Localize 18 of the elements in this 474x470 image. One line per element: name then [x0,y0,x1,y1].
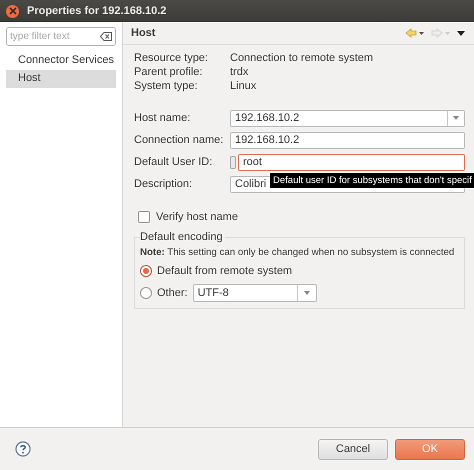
checkbox-label: Verify host name [156,211,238,223]
field-label: Description: [134,178,194,190]
window-title: Properties for 192.168.10.2 [27,5,166,17]
radio-label: Default from remote system [157,265,292,277]
info-label: Resource type: [134,52,209,64]
radio-label: Other: [157,287,188,299]
field-label: Connection name: [134,134,224,146]
info-value: Linux [230,80,258,92]
info-label: System type: [134,80,199,92]
note-text: Note: This setting can only be changed when no subsystem is connected [140,247,454,258]
field-label: Host name: [134,112,192,124]
info-label: Parent profile: [134,66,204,78]
field-label: Default User ID: [134,156,214,168]
tooltip: Default user ID for subsystems that don't specif [270,173,474,188]
info-value: trdx [230,66,250,78]
info-value: Connection to remote system [230,52,374,64]
group-title: Default encoding [140,231,225,243]
page-title: Host [131,27,156,39]
